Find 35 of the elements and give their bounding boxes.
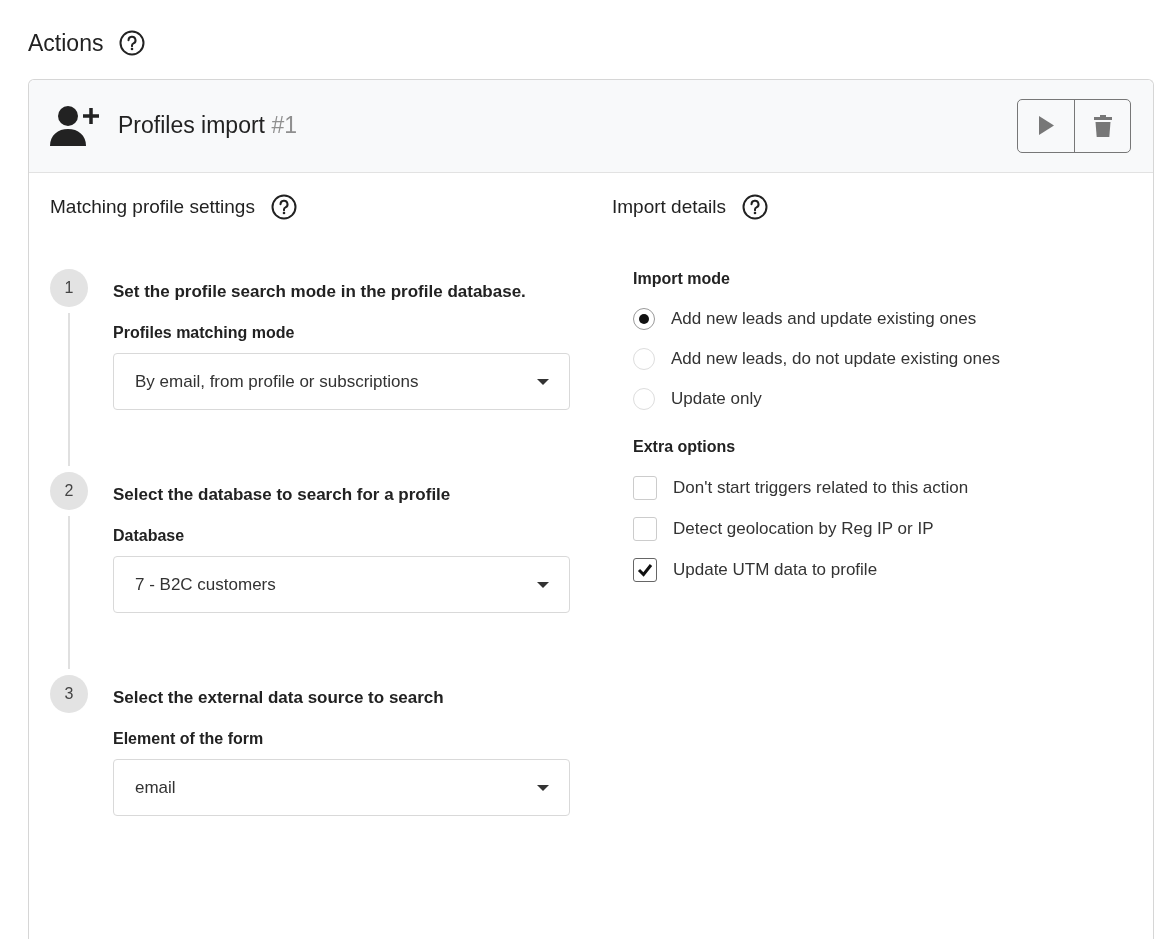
caret-down-icon bbox=[537, 581, 549, 588]
radio-label: Update only bbox=[671, 388, 762, 411]
caret-down-icon bbox=[537, 784, 549, 791]
checkbox[interactable] bbox=[633, 557, 657, 582]
step-number: 3 bbox=[50, 675, 88, 713]
check-icon bbox=[637, 562, 653, 577]
group-label: Extra options bbox=[633, 437, 737, 457]
help-icon bbox=[119, 30, 146, 57]
section-title: Import details bbox=[612, 194, 727, 219]
card-title: Profiles import #1 bbox=[118, 111, 297, 141]
field-label: Element of the form bbox=[113, 729, 265, 749]
step-number: 1 bbox=[50, 269, 88, 307]
checkbox-label: Detect geolocation by Reg IP or IP bbox=[673, 517, 934, 540]
help-icon bbox=[270, 193, 297, 220]
help-icon bbox=[742, 193, 769, 220]
field-label: Profiles matching mode bbox=[113, 323, 296, 343]
field-label: Database bbox=[113, 526, 186, 546]
checkbox-label: Don't start triggers related to this action bbox=[673, 476, 969, 499]
step-text: Set the profile search mode in the profile database. bbox=[113, 281, 527, 303]
trash-icon bbox=[1093, 114, 1112, 137]
select-field[interactable]: email bbox=[113, 759, 570, 816]
caret-down-icon bbox=[537, 378, 549, 385]
radio-label: Add new leads and update existing ones bbox=[671, 308, 977, 331]
play-icon bbox=[1038, 116, 1054, 135]
select-field[interactable]: 7 - B2C customers bbox=[113, 556, 570, 613]
step-text: Select the external data source to search bbox=[113, 687, 445, 709]
group-label: Import mode bbox=[633, 269, 731, 289]
user-plus-icon bbox=[50, 104, 102, 147]
select-field[interactable]: By email, from profile or subscriptions bbox=[113, 353, 570, 410]
step-text: Select the database to search for a profile bbox=[113, 484, 452, 506]
checkbox-label: Update UTM data to profile bbox=[673, 558, 878, 581]
step-number: 2 bbox=[50, 472, 88, 510]
section-title: Matching profile settings bbox=[50, 194, 255, 219]
page-title: Actions bbox=[28, 29, 104, 58]
radio-label: Add new leads, do not update existing ones bbox=[671, 348, 1000, 371]
